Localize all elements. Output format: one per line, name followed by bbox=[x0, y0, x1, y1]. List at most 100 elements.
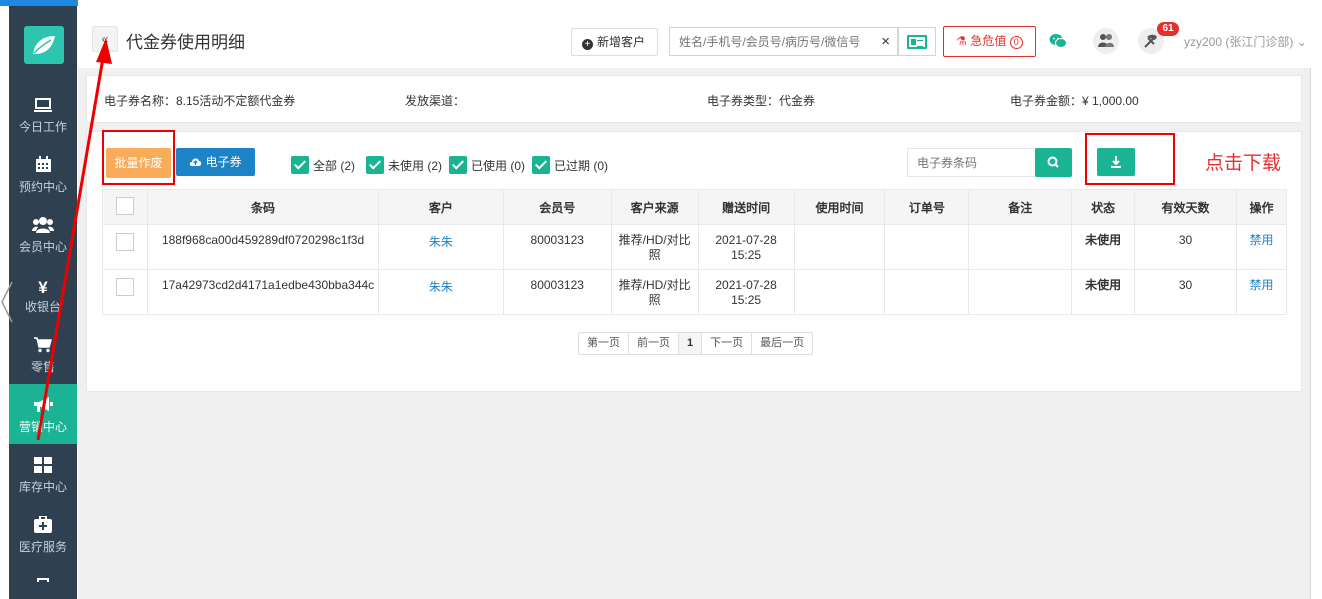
leaf-logo-icon bbox=[33, 36, 55, 54]
row-checkbox[interactable] bbox=[115, 233, 134, 251]
sidebar-item-today-work[interactable]: 今日工作 bbox=[9, 84, 77, 144]
calendar-icon bbox=[9, 156, 77, 180]
member-no-cell: 80003123 bbox=[502, 224, 612, 270]
used-time-cell bbox=[793, 224, 886, 270]
sidebar-item-label: 库存中心 bbox=[18, 480, 67, 494]
sidebar-item-label: 营销中心 bbox=[18, 420, 67, 434]
wechat-icon[interactable] bbox=[1049, 33, 1067, 49]
first-page-button[interactable]: 第一页 bbox=[579, 333, 629, 354]
monitor-icon bbox=[9, 96, 77, 120]
user-menu[interactable]: yzy200 (张江门诊部) ⌄ bbox=[1184, 33, 1307, 50]
last-page-button[interactable]: 最后一页 bbox=[752, 333, 812, 354]
current-page[interactable]: 1 bbox=[679, 333, 703, 354]
right-divider bbox=[1310, 68, 1311, 599]
cloud-upload-icon bbox=[189, 155, 205, 169]
column-header: 条码 bbox=[146, 189, 379, 225]
urgent-value-button[interactable]: ⚗ 急危值 0 bbox=[943, 26, 1036, 57]
sidebar-item-members[interactable]: 会员中心 bbox=[9, 204, 77, 264]
customer-link[interactable]: 朱朱 bbox=[377, 269, 504, 315]
sidebar-item-label: 预约中心 bbox=[18, 180, 67, 194]
source-cell: 推荐/HD/对比照 bbox=[610, 269, 699, 315]
customer-search-input[interactable] bbox=[670, 28, 870, 55]
add-customer-button[interactable]: + 新增客户 bbox=[571, 28, 658, 56]
download-highlight bbox=[1085, 133, 1175, 185]
app-logo[interactable] bbox=[24, 26, 64, 64]
column-header: 订单号 bbox=[884, 189, 970, 225]
sidebar-item-label: 收银台 bbox=[24, 300, 61, 314]
checkbox-checked-icon bbox=[449, 156, 467, 174]
remark-cell bbox=[968, 224, 1073, 270]
sidebar: 今日工作 预约中心 会员中心 ¥ 收银台 零售 营销中心 库存中心 医疗服务 bbox=[9, 6, 77, 599]
pagination: 第一页 前一页 1 下一页 最后一页 bbox=[578, 332, 814, 355]
source-cell: 推荐/HD/对比照 bbox=[610, 224, 699, 270]
sidebar-item-appointments[interactable]: 预约中心 bbox=[9, 144, 77, 204]
ecoupon-button[interactable]: 电子券 bbox=[176, 148, 255, 176]
issue-channel: 发放渠道： bbox=[405, 94, 466, 108]
column-header: 使用时间 bbox=[793, 189, 886, 225]
column-header: 操作 bbox=[1235, 189, 1288, 225]
coupon-code-input[interactable] bbox=[908, 149, 1028, 176]
select-all-checkbox[interactable] bbox=[115, 196, 134, 215]
back-button[interactable]: « bbox=[92, 26, 118, 52]
search-button[interactable] bbox=[1035, 148, 1072, 177]
disable-link[interactable]: 禁用 bbox=[1235, 269, 1288, 315]
sidebar-item-label: 会员中心 bbox=[18, 240, 67, 254]
sidebar-item-inventory[interactable]: 库存中心 bbox=[9, 444, 77, 504]
filter-unused-label: 未使用 (2) bbox=[388, 158, 443, 173]
column-header: 客户来源 bbox=[610, 189, 699, 225]
code-cell: 188f968ca00d459289df0720298c1f3d bbox=[146, 224, 379, 270]
sidebar-item-label: 今日工作 bbox=[18, 120, 67, 134]
sidebar-item-label: 零售 bbox=[30, 360, 55, 374]
sidebar-item-medical[interactable]: 医疗服务 bbox=[9, 504, 77, 564]
sent-date: 2021-07-28 bbox=[715, 278, 777, 292]
select-all-cell bbox=[102, 189, 148, 225]
table-row: 188f968ca00d459289df0720298c1f3d 朱朱 8000… bbox=[102, 224, 1288, 270]
row-select-cell bbox=[102, 224, 148, 270]
filter-expired[interactable]: 已过期 (0) bbox=[532, 155, 608, 175]
notification-badge: 61 bbox=[1157, 22, 1179, 36]
add-customer-label: 新增客户 bbox=[597, 35, 646, 49]
column-header: 状态 bbox=[1071, 189, 1136, 225]
user-name-label: yzy200 (张江门诊部) bbox=[1184, 35, 1294, 49]
cart-icon bbox=[9, 336, 77, 360]
id-card-button[interactable] bbox=[898, 27, 936, 56]
urgent-label: 急危值 bbox=[970, 34, 1007, 48]
filter-used[interactable]: 已使用 (0) bbox=[449, 155, 525, 175]
collapse-chevron-icon[interactable] bbox=[0, 280, 14, 324]
page-title: 代金券使用明细 bbox=[126, 33, 245, 52]
customer-link[interactable]: 朱朱 bbox=[377, 224, 504, 270]
next-page-button[interactable]: 下一页 bbox=[702, 333, 753, 354]
prev-page-button[interactable]: 前一页 bbox=[629, 333, 679, 354]
used-time-cell bbox=[793, 269, 886, 315]
sent-time-cell: 2021-07-28 15:25 bbox=[697, 224, 795, 270]
disable-link[interactable]: 禁用 bbox=[1235, 224, 1288, 270]
medkit-icon bbox=[9, 515, 77, 540]
sidebar-item-label: 医疗服务 bbox=[18, 540, 67, 554]
checkbox-checked-icon bbox=[366, 156, 384, 174]
sidebar-item-cashier[interactable]: ¥ 收银台 bbox=[9, 264, 77, 324]
sidebar-item-marketing[interactable]: 营销中心 bbox=[9, 384, 77, 444]
row-checkbox[interactable] bbox=[115, 278, 134, 296]
status-cell: 未使用 bbox=[1071, 224, 1136, 270]
batch-void-highlight bbox=[102, 130, 175, 185]
order-no-cell bbox=[884, 269, 970, 315]
plus-circle-icon: + bbox=[582, 39, 593, 50]
coupon-name: 电子券名称：8.15活动不定额代金券 bbox=[104, 94, 296, 108]
member-no-cell: 80003123 bbox=[502, 269, 612, 315]
column-header: 客户 bbox=[377, 189, 504, 225]
filter-expired-label: 已过期 (0) bbox=[554, 158, 609, 173]
ecoupon-label: 电子券 bbox=[205, 155, 242, 169]
column-header: 有效天数 bbox=[1134, 189, 1237, 225]
clear-search-icon[interactable]: × bbox=[881, 33, 890, 50]
code-cell: 17a42973cd2d4171a1edbe430bba344c bbox=[146, 269, 379, 315]
filter-unused[interactable]: 未使用 (2) bbox=[366, 155, 442, 175]
filter-all-label: 全部 (2) bbox=[313, 158, 356, 173]
coupon-code-search bbox=[907, 148, 1036, 177]
flask-icon: ⚗ bbox=[956, 34, 968, 48]
valid-days-cell: 30 bbox=[1134, 224, 1237, 270]
search-icon bbox=[1047, 156, 1059, 168]
sent-time-cell: 2021-07-28 15:25 bbox=[697, 269, 795, 315]
group-users-icon[interactable] bbox=[1093, 28, 1119, 54]
sidebar-item-retail[interactable]: 零售 bbox=[9, 324, 77, 384]
filter-all[interactable]: 全部 (2) bbox=[291, 155, 355, 175]
